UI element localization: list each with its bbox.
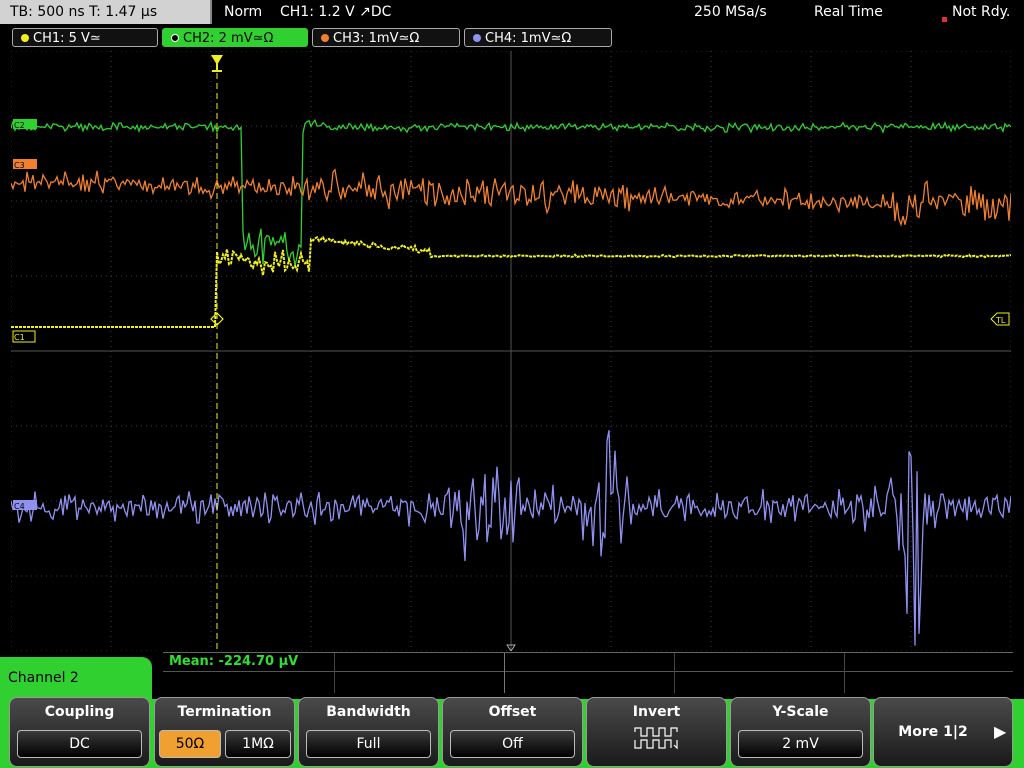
measurement-divider (674, 653, 675, 693)
c2-marker[interactable]: C2 (13, 119, 37, 130)
offset-value: Off (450, 730, 575, 758)
c1-marker[interactable]: C1 (12, 330, 36, 343)
chevron-right-icon: ▶︎ (994, 722, 1007, 741)
tab-ch3[interactable]: CH3: 1mV≃Ω (312, 28, 460, 47)
status-bar: TB: 500 ns T: 1.47 µs Norm CH1: 1.2 V ↗D… (0, 0, 1024, 26)
y-scale-button[interactable]: Y-Scale 2 mV (730, 697, 871, 767)
invert-button[interactable]: Invert (586, 697, 727, 767)
waveform-display[interactable]: C2 C3 C1 C4 TL (11, 51, 1011, 651)
bandwidth-value: Full (306, 730, 431, 758)
ch2-dot-icon (171, 34, 179, 42)
svg-text:C1: C1 (14, 333, 25, 342)
svg-text:TL: TL (995, 316, 1006, 325)
acquisition-mode: Real Time (814, 4, 883, 20)
invert-label: Invert (632, 704, 681, 720)
tab-ch2[interactable]: CH2: 2 mV≃Ω (162, 28, 308, 47)
c3-marker[interactable]: C3 (13, 159, 37, 170)
tab-ch4[interactable]: CH4: 1mV≃Ω (464, 28, 612, 47)
ch3-dot-icon (321, 34, 329, 42)
measurement-divider (504, 653, 505, 693)
invert-waveform-icon (634, 727, 678, 750)
bandwidth-button[interactable]: Bandwidth Full (298, 697, 439, 767)
more-label: More 1|2 (898, 724, 968, 740)
y-scale-value: 2 mV (738, 730, 863, 758)
termination-50ohm-option[interactable]: 50Ω (159, 730, 221, 758)
trigger-readout[interactable]: CH1: 1.2 V ↗DC (280, 0, 391, 24)
coupling-button[interactable]: Coupling DC (9, 697, 150, 767)
ch1-dot-icon (21, 34, 29, 42)
state-indicator-icon (942, 17, 947, 22)
tab-ch4-label: CH4: 1mV≃Ω (485, 31, 572, 46)
more-button[interactable]: More 1|2 ▶︎ (873, 697, 1013, 767)
measurement-divider (334, 653, 335, 693)
termination-button[interactable]: Termination 50Ω 1MΩ (154, 697, 295, 767)
mean-measurement[interactable]: Mean: -224.70 µV (169, 654, 298, 669)
tab-ch3-label: CH3: 1mV≃Ω (333, 31, 420, 46)
graticule (11, 51, 1011, 651)
termination-label: Termination (177, 704, 272, 720)
coupling-label: Coupling (44, 704, 115, 720)
c4-marker[interactable]: C4 (13, 500, 37, 511)
svg-text:C2: C2 (14, 121, 25, 130)
offset-button[interactable]: Offset Off (442, 697, 583, 767)
offset-label: Offset (488, 704, 537, 720)
measurement-panel: Mean: -224.70 µV (163, 652, 1013, 693)
tab-ch2-label: CH2: 2 mV≃Ω (183, 31, 274, 46)
trigger-mode[interactable]: Norm (224, 0, 262, 24)
svg-text:C4: C4 (14, 502, 25, 511)
trigger-level-marker[interactable]: TL (990, 312, 1010, 326)
coupling-value: DC (17, 730, 142, 758)
termination-1mohm-option[interactable]: 1MΩ (225, 730, 291, 758)
acquisition-state: Not Rdy. (952, 4, 1011, 20)
y-scale-label: Y-Scale (772, 704, 829, 720)
ch4-dot-icon (473, 34, 481, 42)
sample-rate: 250 MSa/s (694, 4, 767, 20)
measurement-divider (163, 671, 1013, 672)
tab-ch1[interactable]: CH1: 5 V≃ (12, 28, 158, 47)
tab-ch1-label: CH1: 5 V≃ (33, 31, 101, 46)
measurement-divider (844, 653, 845, 693)
timebase-readout[interactable]: TB: 500 ns T: 1.47 µs (0, 0, 212, 24)
menu-title: Channel 2 (0, 657, 152, 699)
bandwidth-label: Bandwidth (326, 704, 411, 720)
svg-text:C3: C3 (14, 161, 25, 170)
trigger-position-marker-icon[interactable] (211, 55, 223, 72)
